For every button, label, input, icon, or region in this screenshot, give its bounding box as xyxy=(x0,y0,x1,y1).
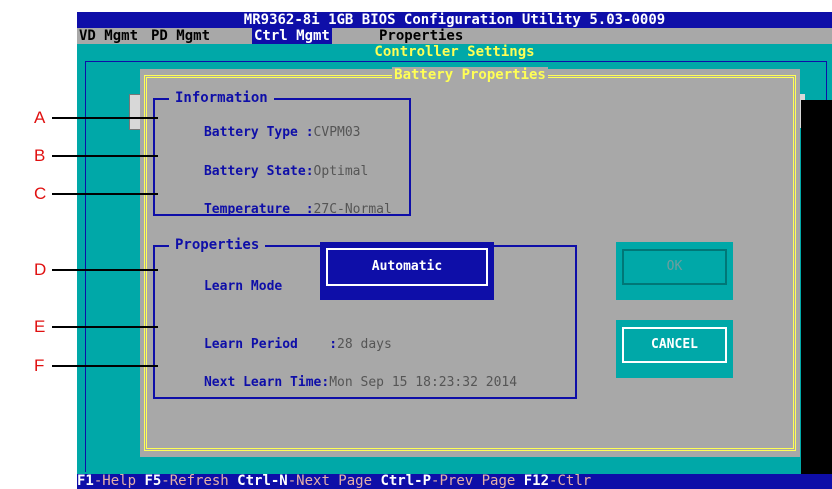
app-title: MR9362-8i 1GB BIOS Configuration Utility… xyxy=(77,12,832,28)
temperature-label: Temperature : xyxy=(203,202,314,217)
shadow-bar xyxy=(801,100,832,474)
next-learn-row: Next Learn Time:Mon Sep 15 18:23:32 2014 xyxy=(157,359,517,407)
callout-e-line xyxy=(52,326,158,328)
battery-state-value: Optimal xyxy=(313,164,369,179)
callout-d-line xyxy=(52,269,158,271)
status-key-ctrl-p: Ctrl-P xyxy=(380,473,432,489)
callout-c-line xyxy=(52,193,158,195)
status-key-f5: F5 xyxy=(144,473,162,489)
status-key-f12: F12 xyxy=(523,473,550,489)
status-desc-refresh: -Refresh xyxy=(161,473,238,489)
status-desc-prev-page: -Prev Page xyxy=(431,473,524,489)
temperature-row: Temperature :27C-Normal xyxy=(157,186,392,234)
learn-mode-value: Automatic xyxy=(326,248,488,286)
cancel-button-label: CANCEL xyxy=(622,327,727,363)
callout-f-line xyxy=(52,365,158,367)
status-key-ctrl-n: Ctrl-N xyxy=(237,473,288,489)
information-title: Information xyxy=(169,90,274,106)
callout-c: C xyxy=(34,184,47,203)
controller-settings-title: Controller Settings xyxy=(372,44,537,60)
next-learn-label: Next Learn Time: xyxy=(203,375,330,390)
status-key-f1: F1 xyxy=(77,473,94,489)
cancel-button[interactable]: CANCEL xyxy=(616,320,733,378)
menu-bar: VD Mgmt PD Mgmt Ctrl Mgmt Properties xyxy=(77,28,832,44)
battery-type-label: Battery Type : xyxy=(203,125,314,140)
next-learn-value: Mon Sep 15 18:23:32 2014 xyxy=(329,375,518,390)
learn-period-value: 28 days xyxy=(337,337,392,352)
menu-pd-mgmt[interactable]: PD Mgmt xyxy=(149,28,212,44)
battery-state-label: Battery State: xyxy=(203,164,314,179)
status-bar: F1-Help F5-Refresh Ctrl-N-Next Page Ctrl… xyxy=(77,474,832,489)
status-desc-help: -Help xyxy=(93,473,145,489)
menu-properties[interactable]: Properties xyxy=(377,28,465,44)
callout-e: E xyxy=(34,317,46,336)
learn-period-label: Learn Period : xyxy=(203,337,338,352)
callout-a-line xyxy=(52,117,158,119)
battery-type-value: CVPM03 xyxy=(313,125,361,140)
callout-b: B xyxy=(34,146,46,165)
properties-title: Properties xyxy=(169,237,266,253)
ok-button[interactable]: OK xyxy=(616,242,733,300)
menu-ctrl-mgmt[interactable]: Ctrl Mgmt xyxy=(252,28,332,44)
ok-button-label: OK xyxy=(622,249,727,285)
status-desc-next-page: -Next Page xyxy=(287,473,381,489)
callout-b-line xyxy=(52,155,158,157)
dialog-title: Battery Properties xyxy=(392,67,548,83)
learn-mode-row: Learn Mode : xyxy=(157,263,345,311)
callout-a: A xyxy=(34,108,46,127)
callout-d: D xyxy=(34,260,47,279)
callout-f: F xyxy=(34,356,45,375)
bios-screen: MR9362-8i 1GB BIOS Configuration Utility… xyxy=(77,12,832,489)
status-desc-ctlr: -Ctlr xyxy=(549,473,592,489)
temperature-value: 27C-Normal xyxy=(313,202,392,217)
menu-vd-mgmt[interactable]: VD Mgmt xyxy=(77,28,140,44)
learn-mode-button[interactable]: Automatic xyxy=(320,242,494,300)
